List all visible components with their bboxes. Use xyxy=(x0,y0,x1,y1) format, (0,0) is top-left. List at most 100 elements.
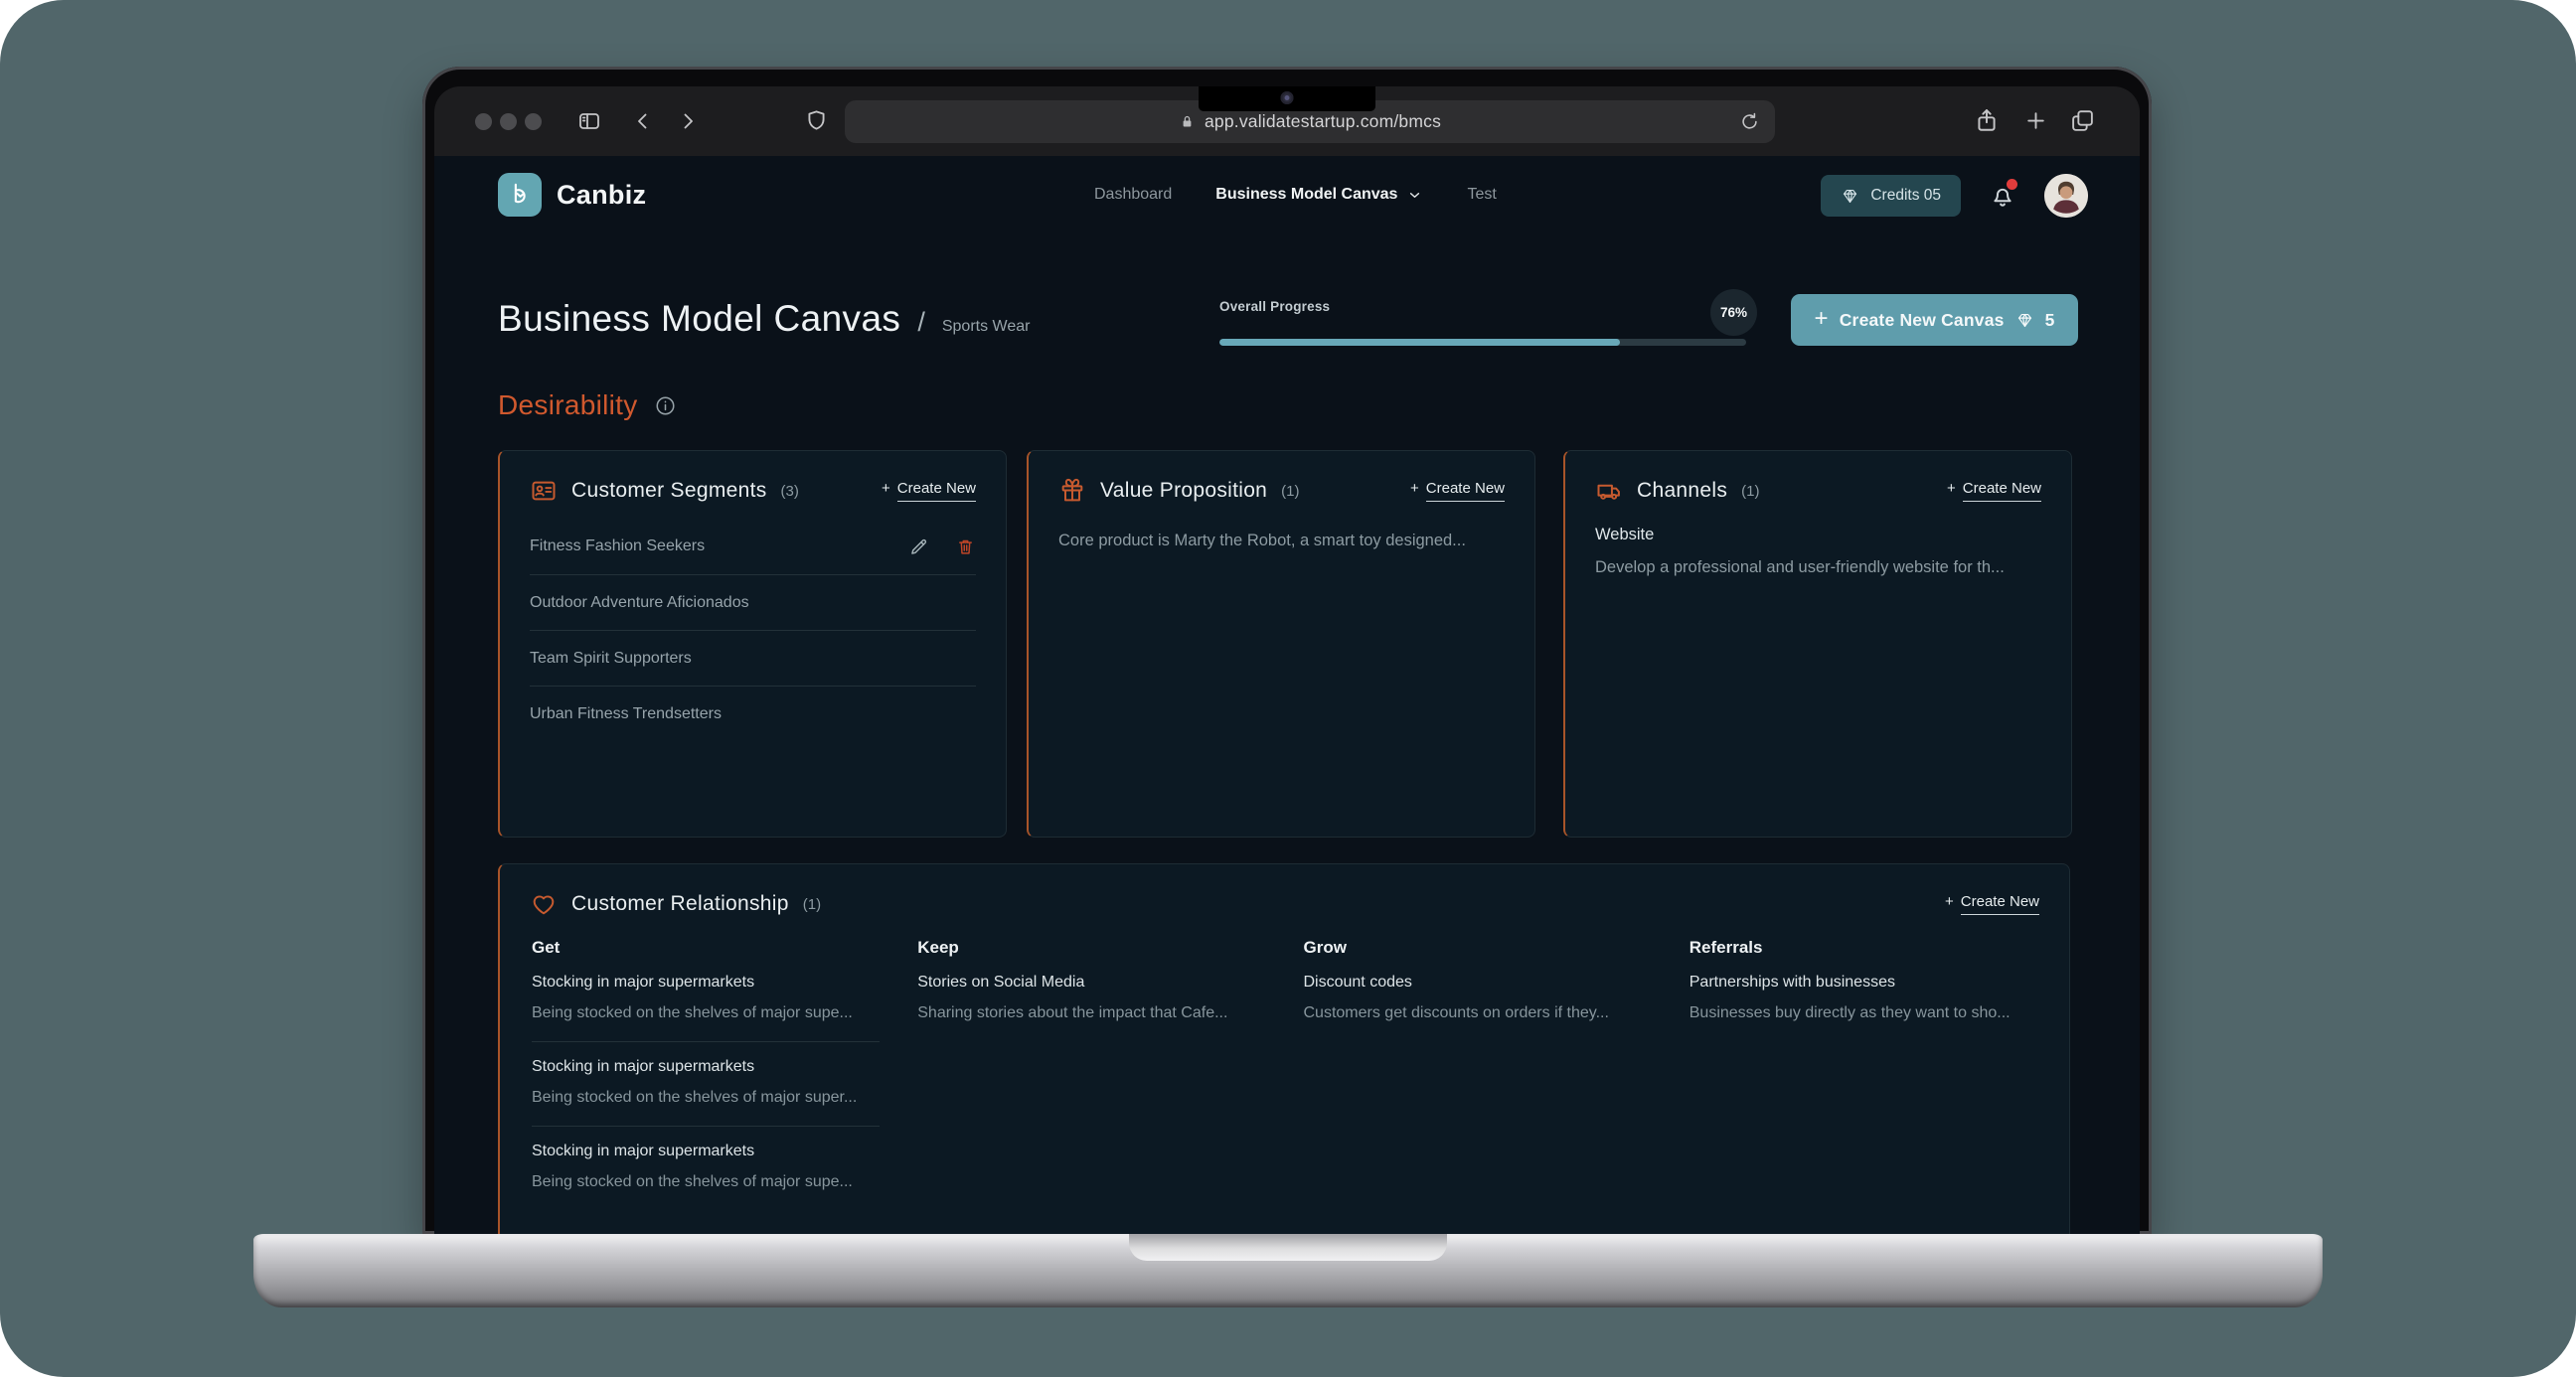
card-title: Customer Relationship xyxy=(571,892,789,916)
info-icon[interactable] xyxy=(654,394,677,417)
gem-icon xyxy=(1841,187,1859,206)
tab-overview-button[interactable] xyxy=(2070,108,2095,133)
segment-name: Fitness Fashion Seekers xyxy=(530,537,705,555)
canvas-name: Sports Wear xyxy=(942,318,1031,336)
list-item[interactable]: Partnerships with businesses Businesses … xyxy=(1690,958,2037,1041)
create-new-value-link[interactable]: + Create New xyxy=(1410,480,1505,502)
nav-business-model-canvas-label: Business Model Canvas xyxy=(1215,186,1397,204)
nav-business-model-canvas[interactable]: Business Model Canvas xyxy=(1215,186,1423,204)
user-avatar[interactable] xyxy=(2044,174,2088,218)
list-item[interactable]: Stocking in major supermarkets Being sto… xyxy=(532,958,880,1041)
header-right: Credits 05 xyxy=(1821,174,2088,218)
browser-window: app.validatestartup.com/bmcs xyxy=(434,86,2140,1234)
gift-icon xyxy=(1058,477,1086,505)
forward-button[interactable] xyxy=(676,109,700,133)
segment-name: Urban Fitness Trendsetters xyxy=(530,705,722,723)
screenshot-canvas: app.validatestartup.com/bmcs xyxy=(0,0,2576,1377)
plus-icon: + xyxy=(882,480,890,497)
column-header: Keep xyxy=(917,938,1265,958)
reload-button[interactable] xyxy=(1739,111,1760,132)
channels-card: Channels (1) + Create New Website Develo… xyxy=(1563,450,2072,838)
channel-title[interactable]: Website xyxy=(1595,526,2041,544)
customer-relationship-card: Customer Relationship (1) + Create New G… xyxy=(498,863,2070,1234)
cr-column-get: Get Stocking in major supermarkets Being… xyxy=(532,938,880,1210)
macbook-base xyxy=(253,1234,2323,1307)
camera-notch xyxy=(1199,86,1375,111)
sidebar-toggle-icon[interactable] xyxy=(577,109,601,133)
page-title: Business Model Canvas xyxy=(498,298,900,340)
card-count: (3) xyxy=(781,483,799,500)
delete-icon[interactable] xyxy=(955,536,976,557)
card-count: (1) xyxy=(1281,483,1299,500)
progress-label: Overall Progress xyxy=(1219,299,1330,314)
list-item[interactable]: Team Spirit Supporters xyxy=(530,630,976,686)
card-title: Value Proposition xyxy=(1100,479,1267,503)
plus-icon: + xyxy=(1410,480,1419,497)
progress-bar-fill xyxy=(1219,339,1620,346)
create-new-canvas-button[interactable]: + Create New Canvas 5 xyxy=(1791,294,2078,346)
id-card-icon xyxy=(530,477,558,505)
column-header: Referrals xyxy=(1690,938,2037,958)
section-label-desirability: Desirability xyxy=(498,389,638,421)
card-title: Channels xyxy=(1637,479,1727,503)
progress-bar[interactable] xyxy=(1219,339,1746,346)
privacy-shield-icon[interactable] xyxy=(804,108,829,133)
nav-test[interactable]: Test xyxy=(1467,186,1496,204)
channel-text: Develop a professional and user-friendly… xyxy=(1595,558,2041,577)
plus-icon: + xyxy=(1945,893,1954,910)
credits-label: Credits 05 xyxy=(1870,187,1941,205)
card-header: Channels (1) + Create New xyxy=(1565,451,2071,505)
card-count: (1) xyxy=(1741,483,1759,500)
share-button[interactable] xyxy=(1974,107,2000,133)
chevron-down-icon xyxy=(1406,187,1423,204)
close-window-button[interactable] xyxy=(475,113,492,130)
list-item[interactable]: Outdoor Adventure Aficionados xyxy=(530,574,976,630)
create-new-channel-link[interactable]: + Create New xyxy=(1947,480,2041,502)
url-text: app.validatestartup.com/bmcs xyxy=(1205,111,1441,132)
main-nav: Dashboard Business Model Canvas Test xyxy=(1094,186,1497,204)
create-canvas-cost: 5 xyxy=(2045,310,2055,331)
list-item[interactable]: Urban Fitness Trendsetters xyxy=(530,686,976,741)
section-row: Desirability xyxy=(498,389,677,421)
segment-name: Outdoor Adventure Aficionados xyxy=(530,594,749,612)
title-separator: / xyxy=(917,307,925,338)
cr-column-referrals: Referrals Partnerships with businesses B… xyxy=(1690,938,2037,1210)
notifications-button[interactable] xyxy=(1989,181,2016,211)
canbiz-logo-icon[interactable] xyxy=(498,173,542,217)
create-new-relationship-link[interactable]: + Create New xyxy=(1945,893,2039,915)
create-new-segment-link[interactable]: + Create New xyxy=(882,480,976,502)
plus-icon: + xyxy=(1947,480,1956,497)
customer-segments-card: Customer Segments (3) + Create New Fitne… xyxy=(498,450,1007,838)
list-item[interactable]: Discount codes Customers get discounts o… xyxy=(1304,958,1652,1041)
value-proposition-text[interactable]: Core product is Marty the Robot, a smart… xyxy=(1058,529,1505,553)
plus-icon: + xyxy=(1815,305,1829,333)
new-tab-button[interactable] xyxy=(2023,108,2048,133)
credits-badge[interactable]: Credits 05 xyxy=(1821,175,1961,217)
segments-list: Fitness Fashion Seekers xyxy=(500,519,1006,741)
minimize-window-button[interactable] xyxy=(500,113,517,130)
card-title: Customer Segments xyxy=(571,479,767,503)
zoom-window-button[interactable] xyxy=(525,113,542,130)
card-header: Customer Relationship (1) + Create New xyxy=(500,864,2069,918)
list-item[interactable]: Stocking in major supermarkets Being sto… xyxy=(532,1041,880,1126)
card-count: (1) xyxy=(803,896,821,913)
row-actions xyxy=(908,536,976,557)
column-header: Grow xyxy=(1304,938,1652,958)
list-item[interactable]: Stories on Social Media Sharing stories … xyxy=(917,958,1265,1041)
edit-icon[interactable] xyxy=(908,536,929,557)
page-title-row: Business Model Canvas / Sports Wear xyxy=(498,298,1030,340)
segment-name: Team Spirit Supporters xyxy=(530,650,692,668)
list-item[interactable]: Fitness Fashion Seekers xyxy=(530,519,976,574)
brand-name: Canbiz xyxy=(557,180,646,211)
nav-dashboard[interactable]: Dashboard xyxy=(1094,186,1172,204)
notification-dot xyxy=(2007,179,2017,190)
macbook-hinge-notch xyxy=(1129,1234,1447,1261)
macbook-screen-shell: app.validatestartup.com/bmcs xyxy=(422,67,2152,1234)
list-item[interactable]: Stocking in major supermarkets Being sto… xyxy=(532,1126,880,1210)
lock-icon xyxy=(1179,113,1196,130)
back-button[interactable] xyxy=(631,109,655,133)
canbiz-app: Canbiz Dashboard Business Model Canvas T… xyxy=(434,156,2140,1234)
create-new-canvas-label: Create New Canvas xyxy=(1840,310,2005,331)
camera-dot xyxy=(1281,91,1294,104)
card-header: Customer Segments (3) + Create New xyxy=(500,451,1006,505)
